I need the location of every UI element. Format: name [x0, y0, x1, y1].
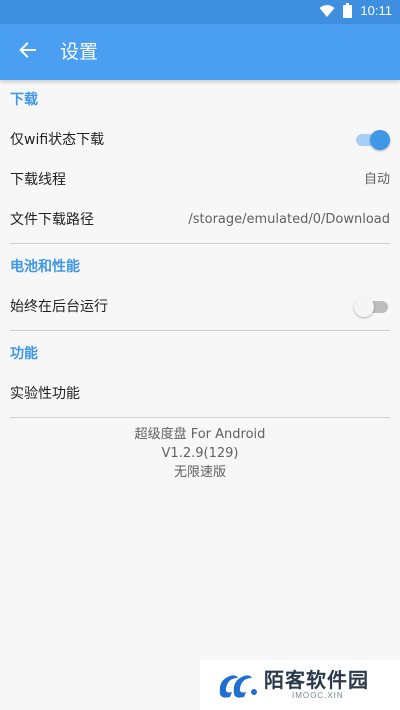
setting-wifi-only-download[interactable]: 仅wifi状态下载: [0, 120, 400, 160]
toggle-thumb: [370, 130, 390, 150]
watermark-subtitle: IMOOC.XIN: [292, 691, 344, 700]
section-header-battery: 电池和性能: [10, 259, 80, 275]
app-name: 超级度盘 For Android: [134, 427, 266, 442]
status-time: 10:11: [360, 3, 392, 18]
back-button[interactable]: [12, 36, 44, 68]
wifi-only-toggle[interactable]: [354, 130, 390, 150]
battery-icon: [343, 3, 353, 18]
app-edition: 无限速版: [173, 465, 226, 480]
setting-download-path[interactable]: 文件下载路径 /storage/emulated/0/Download: [0, 200, 400, 240]
section-header-download: 下载: [10, 92, 38, 108]
watermark-text: 陌客软件园 IMOOC.XIN: [264, 669, 369, 701]
status-icons: 10:11: [319, 3, 392, 18]
page-title: 设置: [60, 41, 99, 63]
settings-list: 下载 仅wifi状态下载 下载线程 自动 文件下载路径 /storage/emu…: [0, 80, 400, 482]
setting-label: 仅wifi状态下载: [10, 132, 105, 148]
setting-experimental-features[interactable]: 实验性功能: [0, 374, 400, 414]
toggle-thumb: [354, 297, 374, 317]
watermark: 陌客软件园 IMOOC.XIN: [200, 660, 400, 710]
divider: [10, 417, 390, 418]
divider: [10, 330, 390, 331]
app-info: 超级度盘 For Android V1.2.9(129) 无限速版: [0, 421, 400, 482]
watermark-logo-icon: [216, 670, 260, 700]
setting-value: 自动: [363, 172, 390, 187]
section-header-features: 功能: [10, 346, 38, 362]
setting-run-in-background[interactable]: 始终在后台运行: [0, 287, 400, 327]
background-run-toggle[interactable]: [354, 297, 390, 317]
setting-label: 始终在后台运行: [10, 299, 108, 315]
app-bar: 设置: [0, 24, 400, 80]
setting-label: 下载线程: [10, 172, 66, 188]
arrow-left-icon: [19, 41, 37, 63]
watermark-title: 陌客软件园: [264, 668, 369, 692]
divider: [10, 243, 390, 244]
app-version: V1.2.9(129): [161, 446, 239, 461]
wifi-icon: [319, 4, 335, 18]
setting-value: /storage/emulated/0/Download: [188, 212, 390, 227]
setting-download-threads[interactable]: 下载线程 自动: [0, 160, 400, 200]
setting-label: 文件下载路径: [10, 212, 94, 228]
status-bar: 10:11: [0, 0, 400, 24]
setting-label: 实验性功能: [10, 386, 80, 402]
